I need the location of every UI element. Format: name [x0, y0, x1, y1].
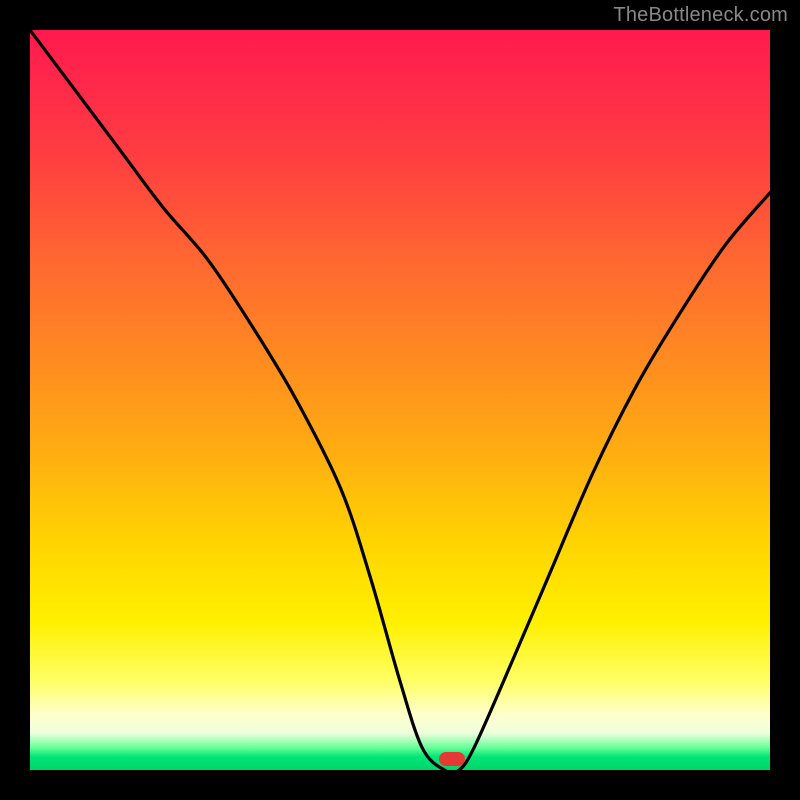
optimal-point-marker: [439, 752, 465, 766]
chart-frame: TheBottleneck.com: [0, 0, 800, 800]
watermark-text: TheBottleneck.com: [613, 4, 788, 27]
mismatch-curve: [30, 30, 770, 770]
plot-area: [30, 30, 770, 770]
